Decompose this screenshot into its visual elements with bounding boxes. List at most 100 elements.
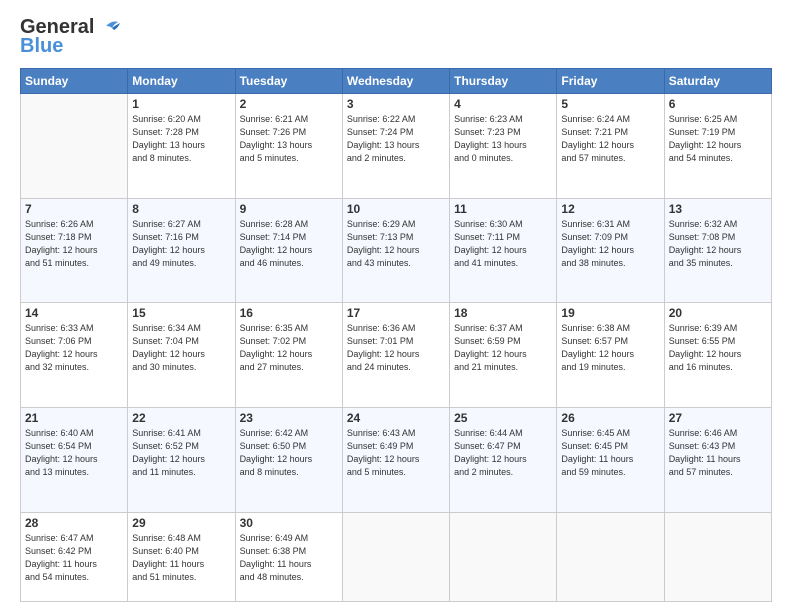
day-number: 16 (240, 306, 338, 320)
day-info: Sunrise: 6:20 AM Sunset: 7:28 PM Dayligh… (132, 113, 230, 165)
calendar-cell: 23 Sunrise: 6:42 AM Sunset: 6:50 PM Dayli… (235, 407, 342, 512)
day-number: 1 (132, 97, 230, 111)
weekday-header-thursday: Thursday (450, 69, 557, 94)
day-info: Sunrise: 6:40 AM Sunset: 6:54 PM Dayligh… (25, 427, 123, 479)
calendar-cell: 1 Sunrise: 6:20 AM Sunset: 7:28 PM Daylig… (128, 94, 235, 199)
calendar-week-row: 14Sunrise: 6:33 AM Sunset: 7:06 PM Dayli… (21, 303, 772, 408)
calendar-cell: 19 Sunrise: 6:38 AM Sunset: 6:57 PM Dayli… (557, 303, 664, 408)
calendar-cell: 20Sunrise: 6:39 AM Sunset: 6:55 PM Dayli… (664, 303, 771, 408)
day-info: Sunrise: 6:46 AM Sunset: 6:43 PM Dayligh… (669, 427, 767, 479)
day-info: Sunrise: 6:38 AM Sunset: 6:57 PM Dayligh… (561, 322, 659, 374)
day-info: Sunrise: 6:42 AM Sunset: 6:50 PM Dayligh… (240, 427, 338, 479)
calendar-cell (21, 94, 128, 199)
day-number: 11 (454, 202, 552, 216)
day-number: 24 (347, 411, 445, 425)
day-number: 6 (669, 97, 767, 111)
day-info: Sunrise: 6:24 AM Sunset: 7:21 PM Dayligh… (561, 113, 659, 165)
day-number: 10 (347, 202, 445, 216)
day-number: 28 (25, 516, 123, 530)
day-number: 15 (132, 306, 230, 320)
day-info: Sunrise: 6:48 AM Sunset: 6:40 PM Dayligh… (132, 532, 230, 584)
calendar-cell: 11 Sunrise: 6:30 AM Sunset: 7:11 PM Dayli… (450, 198, 557, 303)
day-number: 17 (347, 306, 445, 320)
calendar-cell: 7Sunrise: 6:26 AM Sunset: 7:18 PM Daylig… (21, 198, 128, 303)
day-number: 12 (561, 202, 659, 216)
calendar-cell: 5 Sunrise: 6:24 AM Sunset: 7:21 PM Daylig… (557, 94, 664, 199)
day-number: 30 (240, 516, 338, 530)
day-info: Sunrise: 6:44 AM Sunset: 6:47 PM Dayligh… (454, 427, 552, 479)
calendar-cell (664, 512, 771, 601)
calendar-cell: 4Sunrise: 6:23 AM Sunset: 7:23 PM Daylig… (450, 94, 557, 199)
calendar-cell: 30 Sunrise: 6:49 AM Sunset: 6:38 PM Dayli… (235, 512, 342, 601)
day-info: Sunrise: 6:28 AM Sunset: 7:14 PM Dayligh… (240, 218, 338, 270)
day-number: 13 (669, 202, 767, 216)
calendar-week-row: 7Sunrise: 6:26 AM Sunset: 7:18 PM Daylig… (21, 198, 772, 303)
calendar-cell (557, 512, 664, 601)
day-info: Sunrise: 6:21 AM Sunset: 7:26 PM Dayligh… (240, 113, 338, 165)
calendar-cell: 12 Sunrise: 6:31 AM Sunset: 7:09 PM Dayli… (557, 198, 664, 303)
weekday-header-friday: Friday (557, 69, 664, 94)
calendar-week-row: 1 Sunrise: 6:20 AM Sunset: 7:28 PM Daylig… (21, 94, 772, 199)
calendar-cell: 24 Sunrise: 6:43 AM Sunset: 6:49 PM Dayli… (342, 407, 449, 512)
day-number: 22 (132, 411, 230, 425)
calendar-week-row: 28 Sunrise: 6:47 AM Sunset: 6:42 PM Dayli… (21, 512, 772, 601)
day-info: Sunrise: 6:25 AM Sunset: 7:19 PM Dayligh… (669, 113, 767, 165)
calendar-cell: 29 Sunrise: 6:48 AM Sunset: 6:40 PM Dayli… (128, 512, 235, 601)
day-info: Sunrise: 6:27 AM Sunset: 7:16 PM Dayligh… (132, 218, 230, 270)
calendar-cell: 9 Sunrise: 6:28 AM Sunset: 7:14 PM Daylig… (235, 198, 342, 303)
calendar-cell: 8 Sunrise: 6:27 AM Sunset: 7:16 PM Daylig… (128, 198, 235, 303)
weekday-header-saturday: Saturday (664, 69, 771, 94)
day-number: 3 (347, 97, 445, 111)
calendar-cell (450, 512, 557, 601)
day-info: Sunrise: 6:47 AM Sunset: 6:42 PM Dayligh… (25, 532, 123, 584)
day-number: 26 (561, 411, 659, 425)
calendar-cell: 13 Sunrise: 6:32 AM Sunset: 7:08 PM Dayli… (664, 198, 771, 303)
calendar-cell: 16Sunrise: 6:35 AM Sunset: 7:02 PM Dayli… (235, 303, 342, 408)
day-info: Sunrise: 6:31 AM Sunset: 7:09 PM Dayligh… (561, 218, 659, 270)
day-info: Sunrise: 6:23 AM Sunset: 7:23 PM Dayligh… (454, 113, 552, 165)
day-number: 5 (561, 97, 659, 111)
day-number: 27 (669, 411, 767, 425)
weekday-header-sunday: Sunday (21, 69, 128, 94)
day-info: Sunrise: 6:41 AM Sunset: 6:52 PM Dayligh… (132, 427, 230, 479)
day-info: Sunrise: 6:32 AM Sunset: 7:08 PM Dayligh… (669, 218, 767, 270)
weekday-header-monday: Monday (128, 69, 235, 94)
calendar-cell: 25 Sunrise: 6:44 AM Sunset: 6:47 PM Dayli… (450, 407, 557, 512)
day-number: 8 (132, 202, 230, 216)
calendar-cell: 6 Sunrise: 6:25 AM Sunset: 7:19 PM Daylig… (664, 94, 771, 199)
calendar-cell: 22 Sunrise: 6:41 AM Sunset: 6:52 PM Dayli… (128, 407, 235, 512)
day-info: Sunrise: 6:34 AM Sunset: 7:04 PM Dayligh… (132, 322, 230, 374)
calendar-cell: 17 Sunrise: 6:36 AM Sunset: 7:01 PM Dayli… (342, 303, 449, 408)
day-info: Sunrise: 6:49 AM Sunset: 6:38 PM Dayligh… (240, 532, 338, 584)
day-info: Sunrise: 6:36 AM Sunset: 7:01 PM Dayligh… (347, 322, 445, 374)
day-info: Sunrise: 6:29 AM Sunset: 7:13 PM Dayligh… (347, 218, 445, 270)
day-number: 19 (561, 306, 659, 320)
calendar-cell: 15 Sunrise: 6:34 AM Sunset: 7:04 PM Dayli… (128, 303, 235, 408)
calendar-cell: 18Sunrise: 6:37 AM Sunset: 6:59 PM Dayli… (450, 303, 557, 408)
calendar-cell: 3Sunrise: 6:22 AM Sunset: 7:24 PM Daylig… (342, 94, 449, 199)
calendar-table: SundayMondayTuesdayWednesdayThursdayFrid… (20, 68, 772, 602)
weekday-header-wednesday: Wednesday (342, 69, 449, 94)
logo: General Blue (20, 16, 120, 58)
day-info: Sunrise: 6:37 AM Sunset: 6:59 PM Dayligh… (454, 322, 552, 374)
day-number: 25 (454, 411, 552, 425)
calendar-cell: 10 Sunrise: 6:29 AM Sunset: 7:13 PM Dayli… (342, 198, 449, 303)
day-number: 23 (240, 411, 338, 425)
calendar-header-row: SundayMondayTuesdayWednesdayThursdayFrid… (21, 69, 772, 94)
page: General Blue SundayMondayTuesdayWednesda… (0, 0, 792, 612)
day-number: 2 (240, 97, 338, 111)
header: General Blue (20, 16, 772, 58)
logo-blue-text: Blue (20, 35, 63, 58)
day-number: 29 (132, 516, 230, 530)
day-number: 14 (25, 306, 123, 320)
weekday-header-tuesday: Tuesday (235, 69, 342, 94)
calendar-cell: 21 Sunrise: 6:40 AM Sunset: 6:54 PM Dayli… (21, 407, 128, 512)
day-info: Sunrise: 6:26 AM Sunset: 7:18 PM Dayligh… (25, 218, 123, 270)
calendar-cell: 2 Sunrise: 6:21 AM Sunset: 7:26 PM Daylig… (235, 94, 342, 199)
day-number: 9 (240, 202, 338, 216)
day-info: Sunrise: 6:43 AM Sunset: 6:49 PM Dayligh… (347, 427, 445, 479)
day-number: 21 (25, 411, 123, 425)
day-info: Sunrise: 6:30 AM Sunset: 7:11 PM Dayligh… (454, 218, 552, 270)
calendar-cell: 28 Sunrise: 6:47 AM Sunset: 6:42 PM Dayli… (21, 512, 128, 601)
logo-bird-icon (98, 18, 120, 38)
